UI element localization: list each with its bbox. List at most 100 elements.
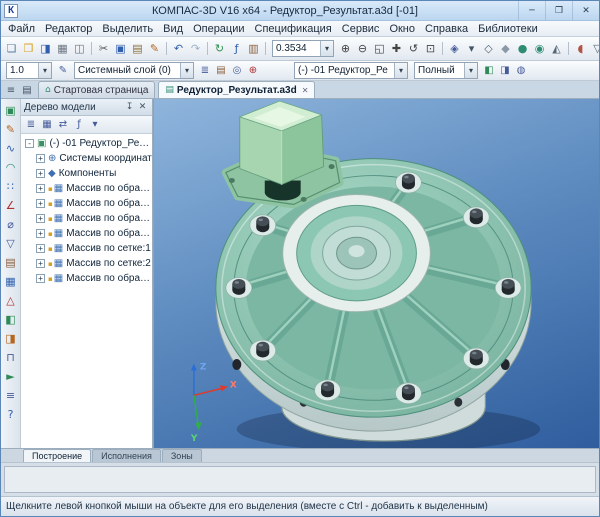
layer-combo[interactable]: Системный слой (0) ▾: [74, 62, 194, 79]
menu-select[interactable]: Выделить: [97, 23, 158, 35]
pan-icon[interactable]: ✚: [388, 40, 405, 57]
menu-service[interactable]: Сервис: [337, 23, 385, 35]
tree-item[interactable]: + ▪ ▦ Массив по образцу:3: [21, 211, 152, 226]
conditional-marks-icon[interactable]: △: [2, 291, 20, 310]
tab-grid-icon[interactable]: ▤: [19, 83, 35, 98]
paste-icon[interactable]: ▤: [129, 40, 146, 57]
orientation-dropdown-icon[interactable]: ▾: [463, 40, 480, 57]
pen-style-icon[interactable]: ✎: [55, 63, 71, 79]
tree-menu-icon[interactable]: ▾: [87, 117, 103, 132]
features-icon[interactable]: ◨: [2, 329, 20, 348]
measure-icon[interactable]: ⌀: [2, 215, 20, 234]
close-tab-icon[interactable]: ✕: [302, 86, 309, 95]
edit-component-icon[interactable]: ◧: [481, 63, 497, 79]
tree-item[interactable]: + ⊕ Системы координат: [21, 151, 152, 166]
display-mode-combo[interactable]: Полный ▾: [414, 62, 478, 79]
menu-window[interactable]: Окно: [384, 23, 420, 35]
variables-icon[interactable]: ƒ: [228, 40, 245, 57]
chevron-down-icon[interactable]: ▾: [320, 41, 333, 56]
copy-properties-icon[interactable]: ✎: [146, 40, 163, 57]
spatial-curves-icon[interactable]: ∿: [2, 139, 20, 158]
library-manager-icon[interactable]: ▥: [245, 40, 262, 57]
save-icon[interactable]: ◨: [37, 40, 54, 57]
shaded-edges-icon[interactable]: ◉: [531, 40, 548, 57]
close-button[interactable]: ✕: [572, 1, 599, 20]
current-component-combo[interactable]: (-) -01 Редуктор_Ре ▾: [294, 62, 408, 79]
docs-icon[interactable]: ?: [2, 405, 20, 424]
redo-icon[interactable]: ↷: [187, 40, 204, 57]
arrays-icon[interactable]: ∷: [2, 177, 20, 196]
fit-all-icon[interactable]: ⊡: [422, 40, 439, 57]
menu-view[interactable]: Вид: [158, 23, 188, 35]
layer-settings-icon[interactable]: ▤: [213, 63, 229, 79]
tree-structure-icon[interactable]: ≣: [23, 117, 39, 132]
cut-icon[interactable]: ✂: [95, 40, 112, 57]
menu-file[interactable]: Файл: [3, 23, 40, 35]
chevron-down-icon[interactable]: ▾: [464, 63, 477, 78]
tree-item[interactable]: + ▪ ▦ Массив по сетке:2: [21, 256, 152, 271]
undo-icon[interactable]: ↶: [170, 40, 187, 57]
tab-list-icon[interactable]: ≡: [3, 83, 19, 98]
close-icon[interactable]: ✕: [136, 102, 149, 112]
zoom-combo[interactable]: 0.3534 ▾: [272, 40, 334, 57]
show-hidden-icon[interactable]: ◎: [229, 63, 245, 79]
tree-item[interactable]: + ◆ Компоненты: [21, 166, 152, 181]
gearbox-model[interactable]: Z X Y: [154, 99, 599, 448]
tree-expander[interactable]: +: [36, 169, 45, 178]
sketch-icon[interactable]: ✎: [2, 120, 20, 139]
filters-icon[interactable]: ▽: [2, 234, 20, 253]
tree-expander[interactable]: +: [36, 259, 45, 268]
tree-expander[interactable]: +: [36, 184, 45, 193]
rotate-view-icon[interactable]: ↺: [405, 40, 422, 57]
auxiliary-geometry-icon[interactable]: ∠: [2, 196, 20, 215]
print-icon[interactable]: ▦: [54, 40, 71, 57]
menu-operations[interactable]: Операции: [188, 23, 249, 35]
tree-item[interactable]: + ▪ ▦ Массив по сетке:1: [21, 241, 152, 256]
new-document-icon[interactable]: ❏: [3, 40, 20, 57]
viewport-3d[interactable]: Z X Y: [153, 99, 599, 448]
tree-item[interactable]: + ▪ ▦ Массив по образцу:1: [21, 181, 152, 196]
rebuild-icon[interactable]: ↻: [211, 40, 228, 57]
tree-expander[interactable]: +: [36, 214, 45, 223]
tree-expander[interactable]: +: [36, 244, 45, 253]
maximize-button[interactable]: ❐: [545, 1, 572, 20]
reports-icon[interactable]: ▦: [2, 272, 20, 291]
relations-icon[interactable]: ⇄: [55, 117, 71, 132]
tree-item[interactable]: + ▪ ▦ Массив по образцу:2: [21, 196, 152, 211]
tab-start-page[interactable]: ⌂ Стартовая страница: [38, 81, 155, 98]
perspective-icon[interactable]: ◭: [548, 40, 565, 57]
fastening-icon[interactable]: ⊓: [2, 348, 20, 367]
tree-expander[interactable]: +: [36, 229, 45, 238]
body-operations-icon[interactable]: ◧: [2, 310, 20, 329]
tree-expander[interactable]: -: [25, 139, 34, 148]
tree-item[interactable]: - ▣ (-) -01 Редуктор_Результат (П: [21, 136, 152, 151]
menu-editor[interactable]: Редактор: [40, 23, 97, 35]
specification-icon[interactable]: ▤: [2, 253, 20, 272]
chevron-down-icon[interactable]: ▾: [38, 63, 51, 78]
chevron-down-icon[interactable]: ▾: [180, 63, 193, 78]
edit-part-icon[interactable]: ▣: [2, 101, 20, 120]
minimize-button[interactable]: ─: [518, 1, 545, 20]
menu-libraries[interactable]: Библиотеки: [473, 23, 543, 35]
chevron-down-icon[interactable]: ▾: [394, 63, 407, 78]
bottom-tab-construction[interactable]: Построение: [23, 449, 91, 462]
simplified-display-icon[interactable]: ▽: [589, 40, 599, 57]
pin-icon[interactable]: ↧: [123, 102, 136, 112]
parameters-icon[interactable]: ƒ: [71, 117, 87, 132]
animation-icon[interactable]: ►: [2, 367, 20, 386]
tree-item[interactable]: + ▪ ▦ Массив по образцу:5: [21, 271, 152, 286]
mate-icon[interactable]: ◨: [497, 63, 513, 79]
line-weight-combo[interactable]: 1.0 ▾: [6, 62, 52, 79]
bottom-tab-zones[interactable]: Зоны: [162, 449, 202, 462]
menu-specification[interactable]: Спецификация: [250, 23, 337, 35]
open-document-icon[interactable]: ❒: [20, 40, 37, 57]
bottom-tab-versions[interactable]: Исполнения: [92, 449, 161, 462]
print-preview-icon[interactable]: ◫: [71, 40, 88, 57]
layers-icon[interactable]: ≣: [197, 63, 213, 79]
shaded-icon[interactable]: ●: [514, 40, 531, 57]
tab-document[interactable]: ▤ Редуктор_Результат.a3d ✕: [158, 81, 315, 98]
zoom-in-icon[interactable]: ⊕: [337, 40, 354, 57]
tree-expander[interactable]: +: [36, 154, 45, 163]
section-display-icon[interactable]: ◖: [572, 40, 589, 57]
surfaces-icon[interactable]: ◠: [2, 158, 20, 177]
